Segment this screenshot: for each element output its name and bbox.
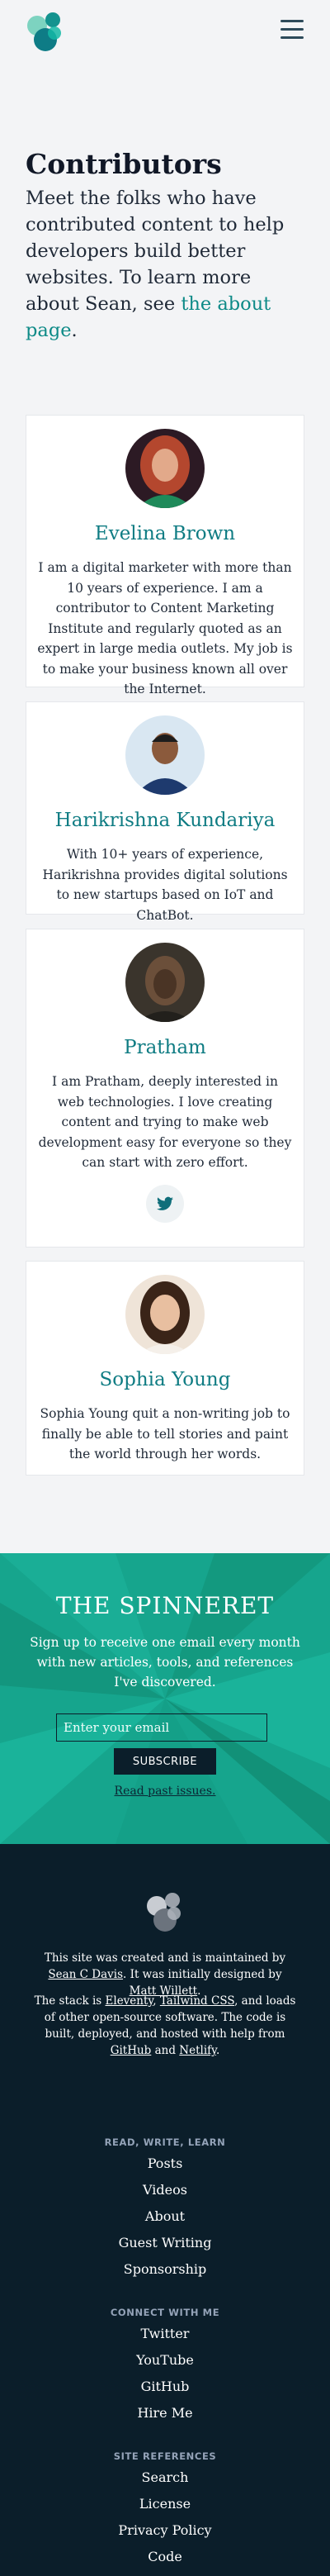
site-footer: This site was created and is maintained … — [0, 1844, 330, 2576]
hamburger-menu-icon[interactable] — [280, 20, 304, 40]
stacked-circles-logo-icon[interactable] — [144, 1889, 186, 1933]
contributor-bio: I am Pratham, deeply interested in web t… — [38, 1074, 292, 1170]
contributor-card: Sophia Young Sophia Young quit a non-wri… — [26, 1261, 304, 1476]
contributor-card: Evelina Brown I am a digital marketer wi… — [26, 415, 304, 696]
footer-stack: The stack is Eleventy, Tailwind CSS, and… — [33, 1993, 297, 2059]
contributor-name: Sophia Young — [99, 1369, 231, 1390]
contributor-card: Harikrishna Kundariya With 10+ years of … — [26, 701, 304, 923]
contributor-bio: With 10+ years of experience, Harikrishn… — [42, 847, 288, 923]
twitter-button[interactable] — [146, 1184, 184, 1223]
past-issues-link[interactable]: Read past issues. — [0, 1785, 330, 1798]
footer-heading: CONNECT WITH ME — [110, 2307, 220, 2318]
menu-bar — [280, 20, 304, 22]
hero-section: Contributors Meet the folks who have con… — [26, 147, 306, 344]
footer-heading: SITE REFERENCES — [113, 2450, 217, 2462]
footer-credits: This site was created and is maintained … — [33, 1950, 297, 1999]
footer-link-guest-writing[interactable]: Guest Writing — [0, 2234, 330, 2252]
intro-text: Meet the folks who have contributed cont… — [26, 185, 306, 344]
contributor-bio: I am a digital marketer with more than 1… — [37, 560, 293, 696]
stack-text: The stack is — [34, 1994, 106, 2008]
netlify-link[interactable]: Netlify — [179, 2044, 216, 2057]
footer-link-videos[interactable]: Videos — [0, 2181, 330, 2199]
footer-link-privacy-policy[interactable]: Privacy Policy — [0, 2521, 330, 2540]
menu-bar — [280, 28, 304, 31]
sean-davis-link[interactable]: Sean C Davis — [48, 1968, 123, 1981]
footer-link-about[interactable]: About — [0, 2208, 330, 2226]
stacked-circles-logo-icon[interactable] — [25, 8, 66, 53]
footer-link-twitter[interactable]: Twitter — [0, 2325, 330, 2343]
avatar — [125, 1275, 205, 1354]
avatar — [125, 715, 205, 795]
site-header — [0, 0, 330, 64]
avatar — [125, 943, 205, 1022]
email-input[interactable] — [56, 1713, 267, 1742]
avatar — [125, 429, 205, 508]
eleventy-link[interactable]: Eleventy — [106, 1994, 153, 2008]
footer-link-search[interactable]: Search — [0, 2469, 330, 2487]
credits-text: This site was created and is maintained … — [44, 1951, 286, 1965]
twitter-icon — [157, 1196, 173, 1210]
contributor-name: Evelina Brown — [94, 523, 236, 544]
github-link[interactable]: GitHub — [111, 2044, 152, 2057]
stack-text: and — [151, 2044, 180, 2057]
footer-link-license[interactable]: License — [0, 2495, 330, 2513]
footer-link-code[interactable]: Code — [0, 2548, 330, 2566]
stack-text: , — [153, 1994, 160, 2008]
intro-end: . — [71, 320, 78, 341]
newsletter-description: Sign up to receive one email every month… — [30, 1635, 300, 1690]
footer-heading: READ, WRITE, LEARN — [104, 2136, 226, 2148]
subscribe-button[interactable]: SUBSCRIBE — [114, 1748, 216, 1775]
footer-link-hire-me[interactable]: Hire Me — [0, 2404, 330, 2422]
newsletter-title: THE SPINNERET — [55, 1592, 275, 1619]
tailwind-link[interactable]: Tailwind CSS — [160, 1994, 234, 2008]
page-title: Contributors — [26, 148, 222, 180]
credits-text: . It was initially designed by — [123, 1968, 282, 1981]
contributor-name: Pratham — [124, 1037, 206, 1058]
footer-link-sponsorship[interactable]: Sponsorship — [0, 2260, 330, 2279]
footer-link-posts[interactable]: Posts — [0, 2155, 330, 2173]
contributor-card: Pratham I am Pratham, deeply interested … — [26, 929, 304, 1248]
page: Contributors Meet the folks who have con… — [0, 0, 330, 2576]
footer-link-github[interactable]: GitHub — [0, 2378, 330, 2396]
stack-text: . — [216, 2044, 220, 2057]
contributor-bio: Sophia Young quit a non-writing job to f… — [40, 1406, 290, 1461]
contributor-name: Harikrishna Kundariya — [54, 810, 276, 831]
footer-link-youtube[interactable]: YouTube — [0, 2351, 330, 2369]
menu-bar — [280, 36, 304, 39]
newsletter-section: THE SPINNERET Sign up to receive one ema… — [0, 1553, 330, 1844]
